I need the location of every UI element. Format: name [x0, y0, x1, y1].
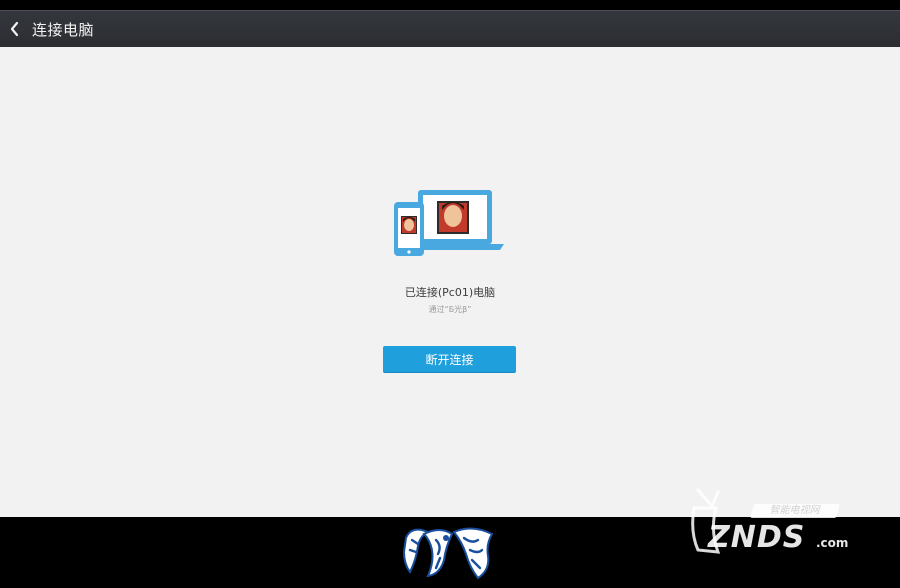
connection-status: 已连接(Pc01)电脑 — [404, 286, 496, 299]
znds-banner: 智能电视网 — [750, 504, 840, 518]
page-title: 连接电脑 — [32, 20, 95, 39]
connection-via: 通过“Б光β” — [428, 305, 472, 314]
disconnect-button[interactable]: 断开连接 — [383, 346, 516, 372]
phone-laptop-connected-icon — [394, 190, 504, 256]
chevron-left-icon — [10, 21, 19, 37]
screen: 连接电脑 已连接(Pc01)电脑 通过“Б光β” 断开连接 智能电视网 ZNDS… — [0, 0, 900, 588]
top-strip — [0, 0, 900, 10]
back-button[interactable] — [0, 11, 30, 47]
znds-logo-text: ZNDS — [708, 520, 806, 555]
znds-logo-domain: .com — [816, 536, 849, 550]
app-header: 连接电脑 — [0, 10, 900, 47]
content-area — [0, 47, 900, 517]
guangzhiying-logo — [402, 527, 494, 580]
